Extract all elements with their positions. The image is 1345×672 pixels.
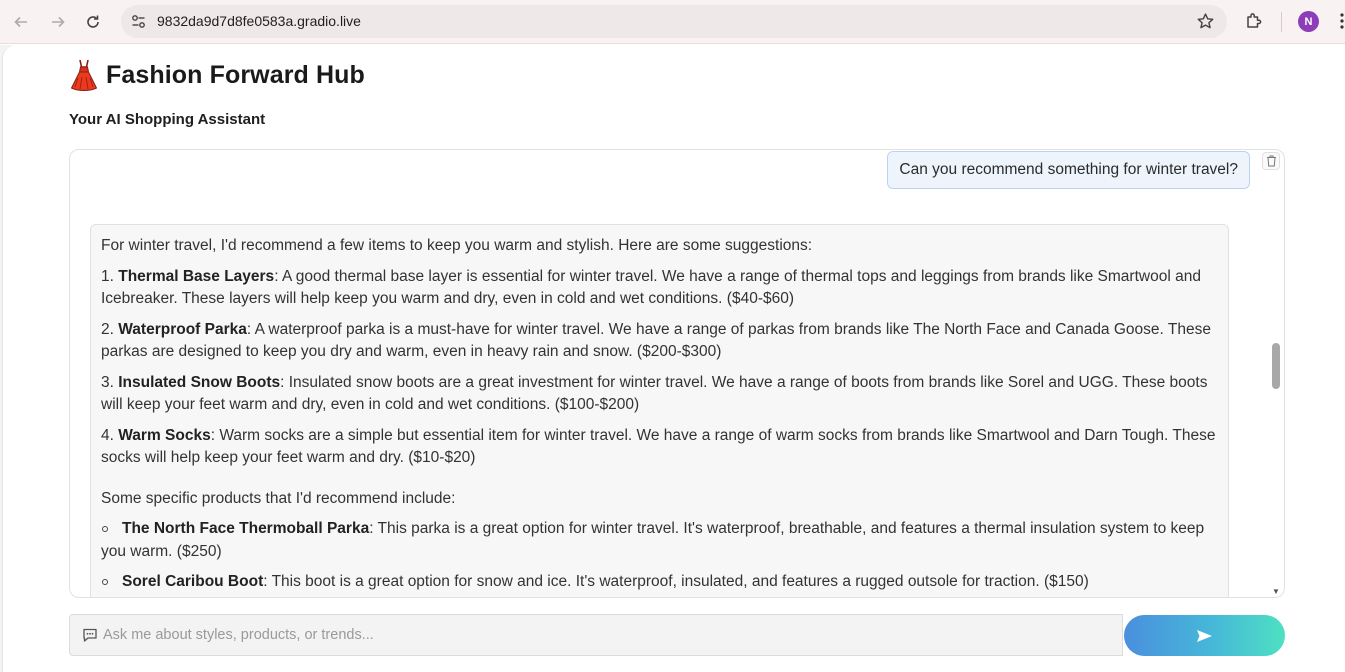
bot-intro: For winter travel, I'd recommend a few i… [101, 237, 813, 254]
page-viewport: Fashion Forward Hub Your AI Shopping Ass… [0, 45, 1345, 672]
toolbar-divider [1281, 12, 1282, 32]
more-menu-icon[interactable] [1336, 11, 1345, 31]
numbered-item-4: 4. Warm Socks: Warm socks are a simple b… [101, 426, 1216, 467]
bullet-icon [102, 579, 108, 585]
numbered-item-2: 2. Waterproof Parka: A waterproof parka … [101, 320, 1211, 361]
chat-scrollbar[interactable]: ▼ [1271, 154, 1281, 596]
scroll-down-arrow-icon[interactable]: ▼ [1272, 588, 1280, 596]
product-item: The North Face Thermoball Parka: This pa… [101, 520, 1205, 560]
chatbot-panel[interactable]: Can you recommend something for winter t… [69, 149, 1285, 598]
numbered-item-1: 1. Thermal Base Layers: A good thermal b… [101, 267, 1201, 308]
send-icon [1197, 629, 1212, 642]
scrollbar-thumb[interactable] [1272, 343, 1280, 389]
product-item: Sorel Caribou Boot: This boot is a great… [101, 571, 1218, 594]
user-message: Can you recommend something for winter t… [887, 151, 1250, 189]
forward-button[interactable] [45, 9, 71, 35]
app-header: Fashion Forward Hub [70, 59, 365, 91]
reload-button[interactable] [80, 9, 106, 35]
numbered-item-3: 3. Insulated Snow Boots: Insulated snow … [101, 373, 1208, 414]
profile-avatar[interactable]: N [1298, 11, 1319, 32]
bot-message: For winter travel, I'd recommend a few i… [90, 224, 1229, 597]
page-title: Fashion Forward Hub [106, 60, 365, 89]
url-text[interactable]: 9832da9d7d8fe0583a.gradio.live [157, 13, 361, 29]
message-input[interactable] [103, 623, 1103, 647]
gradio-app: Fashion Forward Hub Your AI Shopping Ass… [2, 45, 1345, 672]
reload-icon [87, 15, 99, 28]
send-button[interactable] [1124, 615, 1285, 656]
browser-toolbar: 9832da9d7d8fe0583a.gradio.live N [0, 0, 1345, 44]
back-button[interactable] [8, 9, 34, 35]
site-settings-icon[interactable] [130, 13, 147, 30]
dress-icon [70, 59, 98, 91]
address-bar[interactable]: 9832da9d7d8fe0583a.gradio.live [121, 5, 1227, 38]
products-intro: Some specific products that I'd recommen… [101, 489, 456, 507]
message-input-container[interactable] [69, 614, 1123, 656]
chat-bubble-icon [83, 628, 97, 642]
bullet-icon [102, 526, 108, 532]
product-list: The North Face Thermoball Parka: This pa… [101, 518, 1218, 594]
page-subtitle: Your AI Shopping Assistant [69, 111, 266, 128]
back-arrow-icon [14, 16, 27, 28]
bookmark-star-icon[interactable] [1196, 12, 1215, 31]
extensions-icon[interactable] [1244, 11, 1264, 31]
forward-arrow-icon [52, 16, 65, 28]
